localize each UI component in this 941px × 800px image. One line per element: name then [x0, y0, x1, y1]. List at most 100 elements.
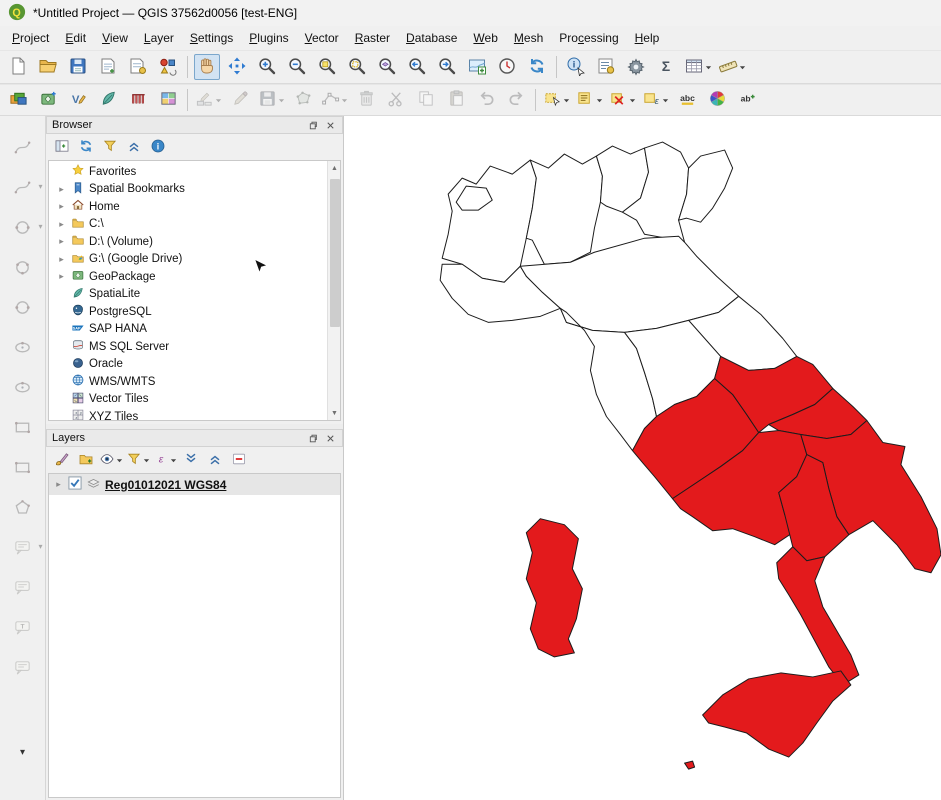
browser-item-favorites[interactable]: Favorites: [49, 163, 326, 181]
menu-vector[interactable]: Vector: [297, 28, 347, 48]
dropdown-arrow-icon[interactable]: ▾: [38, 222, 42, 231]
browser-item-postgresql[interactable]: PostgreSQL: [49, 303, 326, 321]
browser-item-xyz-tiles[interactable]: xyzXYZ Tiles: [49, 408, 326, 421]
menu-plugins[interactable]: Plugins: [241, 28, 296, 48]
label-toolbar-extra-button[interactable]: ab: [734, 87, 760, 113]
new-shapefile-layer-button[interactable]: V: [65, 87, 91, 113]
float-panel-button[interactable]: [305, 431, 319, 445]
new-virtual-layer-button[interactable]: [155, 87, 181, 113]
measure-line-button[interactable]: [717, 54, 747, 80]
close-panel-button[interactable]: [323, 118, 337, 132]
dropdown-arrow-icon[interactable]: ▾: [38, 542, 42, 551]
menu-layer[interactable]: Layer: [136, 28, 182, 48]
remove-layer-group-button[interactable]: [228, 450, 249, 471]
zoom-full-button[interactable]: [314, 54, 340, 80]
manage-map-themes-button[interactable]: [99, 450, 123, 471]
new-temporary-scratch-layer-button[interactable]: [125, 87, 151, 113]
new-spatialite-layer-button[interactable]: [95, 87, 121, 113]
collapse-all-layers-button[interactable]: [204, 450, 225, 471]
select-by-expression-button[interactable]: ε: [641, 87, 670, 113]
browser-item-geopackage[interactable]: ▸GeoPackage: [49, 268, 326, 286]
dropdown-arrow-icon[interactable]: [661, 97, 669, 104]
dropdown-arrow-icon[interactable]: [562, 97, 570, 104]
identify-features-button[interactable]: i: [563, 54, 589, 80]
open-project-button[interactable]: [35, 54, 61, 80]
open-layer-styling-panel-button[interactable]: [51, 450, 72, 471]
layer-row[interactable]: ▸Reg01012021 WGS84: [49, 474, 340, 495]
pan-map-to-selection-button[interactable]: [224, 54, 250, 80]
menu-edit[interactable]: Edit: [57, 28, 94, 48]
map-canvas[interactable]: [344, 116, 941, 800]
filter-by-expression-button[interactable]: ε: [153, 450, 177, 471]
chevron-right-icon[interactable]: ▸: [56, 219, 67, 230]
browser-item-home[interactable]: ▸Home: [49, 198, 326, 216]
zoom-in-button[interactable]: [254, 54, 280, 80]
filter-browser-button[interactable]: [99, 137, 120, 158]
scroll-thumb[interactable]: [330, 179, 340, 327]
new-project-button[interactable]: [5, 54, 31, 80]
browser-item-c[interactable]: ▸C:\: [49, 216, 326, 234]
zoom-last-button[interactable]: [404, 54, 430, 80]
style-manager-button[interactable]: [155, 54, 181, 80]
dropdown-arrow-icon[interactable]: [628, 97, 636, 104]
region-lombardia[interactable]: [526, 154, 602, 264]
select-features-button[interactable]: [542, 87, 571, 113]
dropdown-arrow-icon[interactable]: [169, 457, 177, 464]
deselect-features-button[interactable]: [608, 87, 637, 113]
dropdown-arrow-icon[interactable]: [704, 64, 712, 71]
new-print-layout-button[interactable]: [95, 54, 121, 80]
chevron-right-icon[interactable]: ▸: [56, 236, 67, 247]
show-properties-widget-button[interactable]: i: [147, 137, 168, 158]
run-feature-action-button[interactable]: [593, 54, 619, 80]
layer-styling-button[interactable]: [704, 87, 730, 113]
browser-item-spatial-bookmarks[interactable]: ▸Spatial Bookmarks: [49, 181, 326, 199]
italy-regions-map[interactable]: [344, 116, 941, 800]
menu-view[interactable]: View: [94, 28, 136, 48]
statistical-summary-button[interactable]: Σ: [653, 54, 679, 80]
dropdown-arrow-icon[interactable]: [340, 97, 348, 104]
zoom-out-button[interactable]: [284, 54, 310, 80]
float-panel-button[interactable]: [305, 118, 319, 132]
add-group-button[interactable]: [75, 450, 96, 471]
refresh-map-button[interactable]: [524, 54, 550, 80]
dropdown-arrow-icon[interactable]: [115, 457, 123, 464]
browser-item-g-google-drive[interactable]: ▸G:\ (Google Drive): [49, 251, 326, 269]
temporal-controller-button[interactable]: [494, 54, 520, 80]
menu-settings[interactable]: Settings: [182, 28, 241, 48]
new-geopackage-layer-button[interactable]: [35, 87, 61, 113]
region-isola-minore[interactable]: [685, 761, 695, 769]
zoom-next-button[interactable]: [434, 54, 460, 80]
show-layout-manager-button[interactable]: [125, 54, 151, 80]
dropdown-arrow-icon[interactable]: [277, 97, 285, 104]
open-attribute-table-button[interactable]: [683, 54, 713, 80]
scroll-up-icon[interactable]: ▲: [328, 161, 341, 175]
browser-item-d-volume[interactable]: ▸D:\ (Volume): [49, 233, 326, 251]
browser-item-wms-wmts[interactable]: WMS/WMTS: [49, 373, 326, 391]
scroll-down-icon[interactable]: ▼: [328, 406, 341, 420]
toolbar-extension-button[interactable]: ▾: [20, 747, 25, 758]
close-panel-button[interactable]: [323, 431, 337, 445]
browser-item-sap-hana[interactable]: SAPSAP HANA: [49, 321, 326, 339]
layer-labeling-options-button[interactable]: abc: [674, 87, 700, 113]
menu-help[interactable]: Help: [627, 28, 668, 48]
chevron-right-icon[interactable]: ▸: [56, 254, 67, 265]
menu-raster[interactable]: Raster: [347, 28, 398, 48]
zoom-to-selection-button[interactable]: [344, 54, 370, 80]
browser-scrollbar[interactable]: ▲ ▼: [327, 161, 340, 420]
open-data-source-manager-button[interactable]: [5, 87, 31, 113]
browser-item-vector-tiles[interactable]: Vector Tiles: [49, 391, 326, 409]
refresh-browser-button[interactable]: [75, 137, 96, 158]
browser-item-spatialite[interactable]: SpatiaLite: [49, 286, 326, 304]
chevron-right-icon[interactable]: ▸: [53, 479, 64, 490]
dropdown-arrow-icon[interactable]: [214, 97, 222, 104]
filter-legend-button[interactable]: [126, 450, 150, 471]
dropdown-arrow-icon[interactable]: ▾: [38, 182, 42, 191]
browser-item-ms-sql-server[interactable]: MS SQL Server: [49, 338, 326, 356]
region-calabria[interactable]: [777, 547, 859, 685]
chevron-right-icon[interactable]: ▸: [56, 184, 67, 195]
expand-all-button[interactable]: [180, 450, 201, 471]
dropdown-arrow-icon[interactable]: [738, 64, 746, 71]
zoom-to-layer-button[interactable]: [374, 54, 400, 80]
pan-map-button[interactable]: [194, 54, 220, 80]
save-project-button[interactable]: [65, 54, 91, 80]
